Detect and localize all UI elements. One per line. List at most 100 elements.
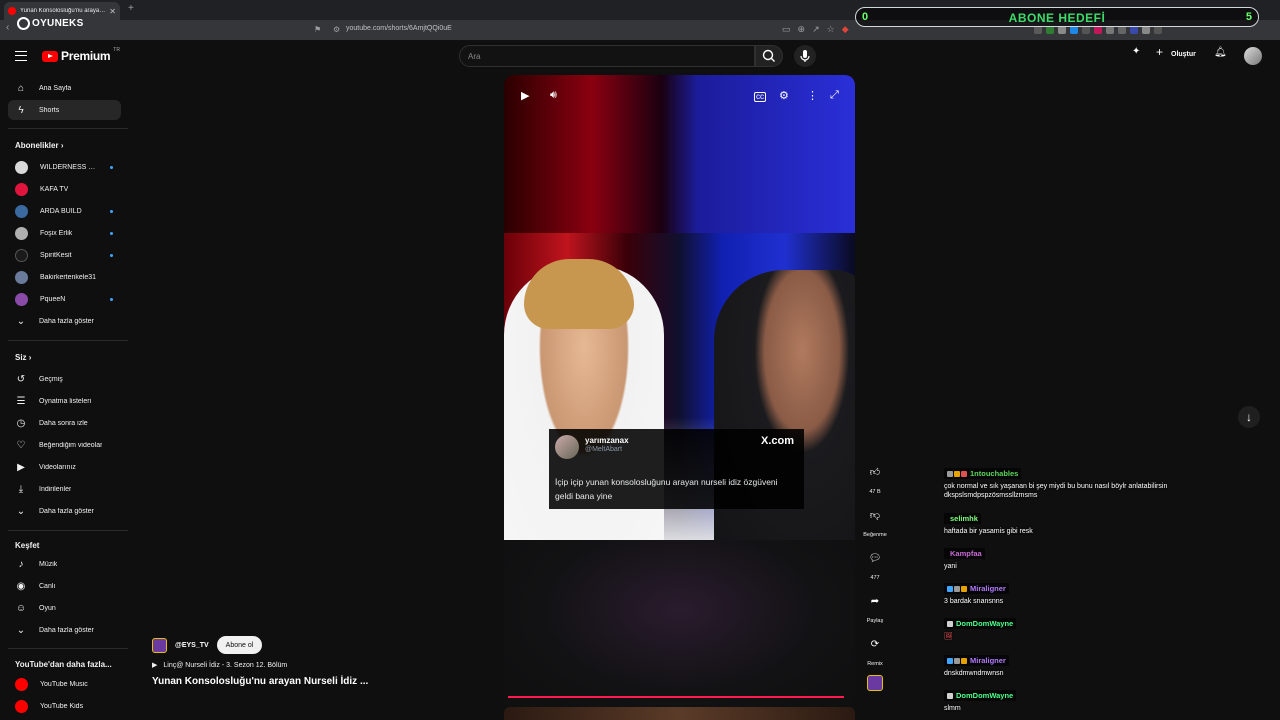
- extension-icon[interactable]: [1070, 26, 1078, 34]
- extension-icon[interactable]: [1094, 26, 1102, 34]
- settings-gear-icon[interactable]: ⚙: [779, 89, 789, 102]
- tweet-avatar: [555, 435, 579, 459]
- subscribe-button[interactable]: Abone ol: [216, 636, 263, 654]
- create-sparkle-icon[interactable]: ✦: [1132, 46, 1140, 57]
- extension-icon[interactable]: [1058, 26, 1066, 34]
- create-button[interactable]: Oluştur: [1171, 51, 1196, 58]
- tweet-text: İçip içip yunan konsolosluğunu arayan nu…: [555, 477, 778, 501]
- extension-icon[interactable]: [1034, 26, 1042, 34]
- sidebar-item-home[interactable]: ⌂ Ana Sayfa: [8, 78, 121, 98]
- more-options-icon[interactable]: ⋮: [807, 89, 818, 102]
- star-icon[interactable]: ☆: [827, 24, 835, 35]
- chevron-down-icon: ⌄: [16, 624, 26, 636]
- new-tab-icon[interactable]: +: [128, 3, 134, 14]
- thumbs-up-icon[interactable]: 👍︎: [863, 460, 887, 484]
- create-plus-icon[interactable]: +: [1156, 45, 1163, 59]
- sidebar-item-channel[interactable]: SpiritKesit: [8, 245, 121, 265]
- comment-icon[interactable]: 💬︎: [863, 546, 887, 570]
- youtube-header: Premium TR Ara ✦ + Oluştur 🔔︎: [0, 40, 1280, 72]
- extension-icon[interactable]: [1154, 26, 1162, 34]
- sidebar-item-label: Daha fazla göster: [39, 626, 94, 634]
- chat-message: Miraligner dnskdmwndmwnsn: [944, 655, 1244, 678]
- video-progress-bar[interactable]: [508, 696, 845, 698]
- sidebar-item-gaming[interactable]: ☺ Oyun: [8, 598, 121, 618]
- dislike-action[interactable]: 👎︎ Beğenme: [862, 503, 888, 538]
- show-more-subscriptions[interactable]: ⌄ Daha fazla göster: [8, 311, 121, 331]
- comments-action[interactable]: 💬︎ 477: [862, 546, 888, 582]
- chat-username: 1ntouchables: [970, 469, 1019, 478]
- sidebar-item-your-videos[interactable]: ▶ Videolarınız: [8, 457, 121, 477]
- sidebar-item-watch-later[interactable]: ◷ Daha sonra izle: [8, 413, 121, 433]
- sidebar-item-label: Ana Sayfa: [39, 84, 72, 92]
- sidebar-item-channel[interactable]: WILDERNESS CO...: [8, 157, 121, 177]
- url-field[interactable]: youtube.com/shorts/6AmjtQQi0uE: [346, 25, 452, 32]
- thumbs-down-icon[interactable]: 👎︎: [863, 503, 887, 527]
- sidebar-item-channel[interactable]: KAFA TV: [8, 179, 121, 199]
- play-icon[interactable]: ▶: [521, 89, 529, 102]
- youtube-logo[interactable]: Premium TR: [42, 47, 120, 63]
- channel-avatar[interactable]: [152, 637, 167, 653]
- goal-target: 5: [1245, 11, 1252, 23]
- sidebar-item-channel[interactable]: Foşix Erlik: [8, 223, 121, 243]
- share-action[interactable]: ➦ Paylaş: [862, 589, 888, 625]
- goal-label: ABONE HEDEFİ: [1008, 11, 1106, 25]
- site-info-icon[interactable]: ⚙: [333, 25, 340, 34]
- back-icon[interactable]: ‹: [6, 22, 9, 33]
- close-tab-icon[interactable]: ✕: [109, 7, 116, 16]
- share-page-icon[interactable]: ↗: [812, 24, 820, 35]
- extension-icon[interactable]: [1130, 26, 1138, 34]
- sidebar-item-live[interactable]: ◉ Canlı: [8, 576, 121, 596]
- shorts-player[interactable]: ▶ 🔊︎ cc ⚙ ⋮ ⤢ yarımzanax @MeltAbart X.co…: [504, 75, 855, 540]
- remix-action[interactable]: ⟳ Remix: [862, 632, 888, 668]
- show-more-explore[interactable]: ⌄ Daha fazla göster: [8, 620, 121, 640]
- search-button[interactable]: [755, 45, 783, 67]
- sidebar-item-channel[interactable]: Bakirkertenkele31: [8, 267, 121, 287]
- sidebar: ⌂ Ana Sayfa ϟ Shorts Abonelikler › WILDE…: [0, 72, 134, 720]
- chat-badge-icon: [954, 470, 960, 477]
- like-action[interactable]: 👍︎ 47 B: [862, 460, 888, 495]
- menu-icon[interactable]: [15, 51, 27, 61]
- bookmark-icon[interactable]: ⚑: [314, 25, 321, 34]
- next-short-preview[interactable]: [504, 707, 855, 720]
- sidebar-item-history[interactable]: ↺ Geçmiş: [8, 369, 121, 389]
- sidebar-item-shorts[interactable]: ϟ Shorts: [8, 100, 121, 120]
- sidebar-item-channel[interactable]: PqueeN: [8, 289, 121, 309]
- playlist-link[interactable]: ▶ Linç@ Nurseli İdiz - 3. Sezon 12. Bölü…: [152, 661, 287, 670]
- show-more-you[interactable]: ⌄ Daha fazla göster: [8, 501, 121, 521]
- extension-shield-icon[interactable]: ◆: [842, 24, 849, 35]
- extension-icon[interactable]: [1118, 26, 1126, 34]
- sidebar-item-liked-videos[interactable]: ♡ Beğendiğim videolar: [8, 435, 121, 455]
- share-icon[interactable]: ➦: [863, 589, 887, 613]
- remix-icon[interactable]: ⟳: [863, 632, 887, 656]
- captions-icon[interactable]: cc: [754, 92, 766, 102]
- share-label: Paylaş: [866, 618, 884, 624]
- extension-icon[interactable]: [1082, 26, 1090, 34]
- youtube-favicon-icon: [8, 7, 16, 15]
- extension-icon[interactable]: [1046, 26, 1054, 34]
- cast-icon[interactable]: ▭: [782, 24, 791, 35]
- search-input[interactable]: Ara: [459, 45, 755, 67]
- notifications-bell-icon[interactable]: 🔔︎: [1214, 47, 1227, 58]
- fullscreen-icon[interactable]: ⤢: [830, 89, 839, 102]
- sidebar-item-youtube-kids[interactable]: YouTube Kids: [8, 696, 121, 716]
- account-avatar[interactable]: [1244, 47, 1262, 65]
- channel-name[interactable]: @EYS_TV: [175, 642, 209, 649]
- short-title[interactable]: Yunan Konsolosluğu'nu arayan Nurseli İdi…: [152, 676, 368, 687]
- zoom-icon[interactable]: ⊕: [798, 24, 806, 35]
- sidebar-item-youtube-music[interactable]: YouTube Music: [8, 674, 121, 694]
- you-heading[interactable]: Siz ›: [15, 353, 31, 362]
- volume-icon[interactable]: 🔊︎: [550, 89, 557, 102]
- extension-icon[interactable]: [1142, 26, 1150, 34]
- subscriptions-heading[interactable]: Abonelikler ›: [15, 141, 63, 150]
- live-dot: [110, 165, 113, 169]
- shorts-icon: ϟ: [18, 104, 24, 116]
- sidebar-item-playlists[interactable]: ☰ Oynatma listeleri: [8, 391, 121, 411]
- sidebar-item-music[interactable]: ♪ Müzik: [8, 554, 121, 574]
- extension-icon[interactable]: [1106, 26, 1114, 34]
- audio-source-thumbnail[interactable]: [867, 675, 883, 691]
- chat-badge-icon: [947, 657, 953, 664]
- sidebar-item-channel[interactable]: ARDA BUILD: [8, 201, 121, 221]
- next-video-arrow-icon[interactable]: ↓: [1238, 406, 1260, 428]
- voice-search-button[interactable]: [794, 45, 816, 67]
- sidebar-item-downloads[interactable]: ⤓ İndirilenler: [8, 479, 121, 499]
